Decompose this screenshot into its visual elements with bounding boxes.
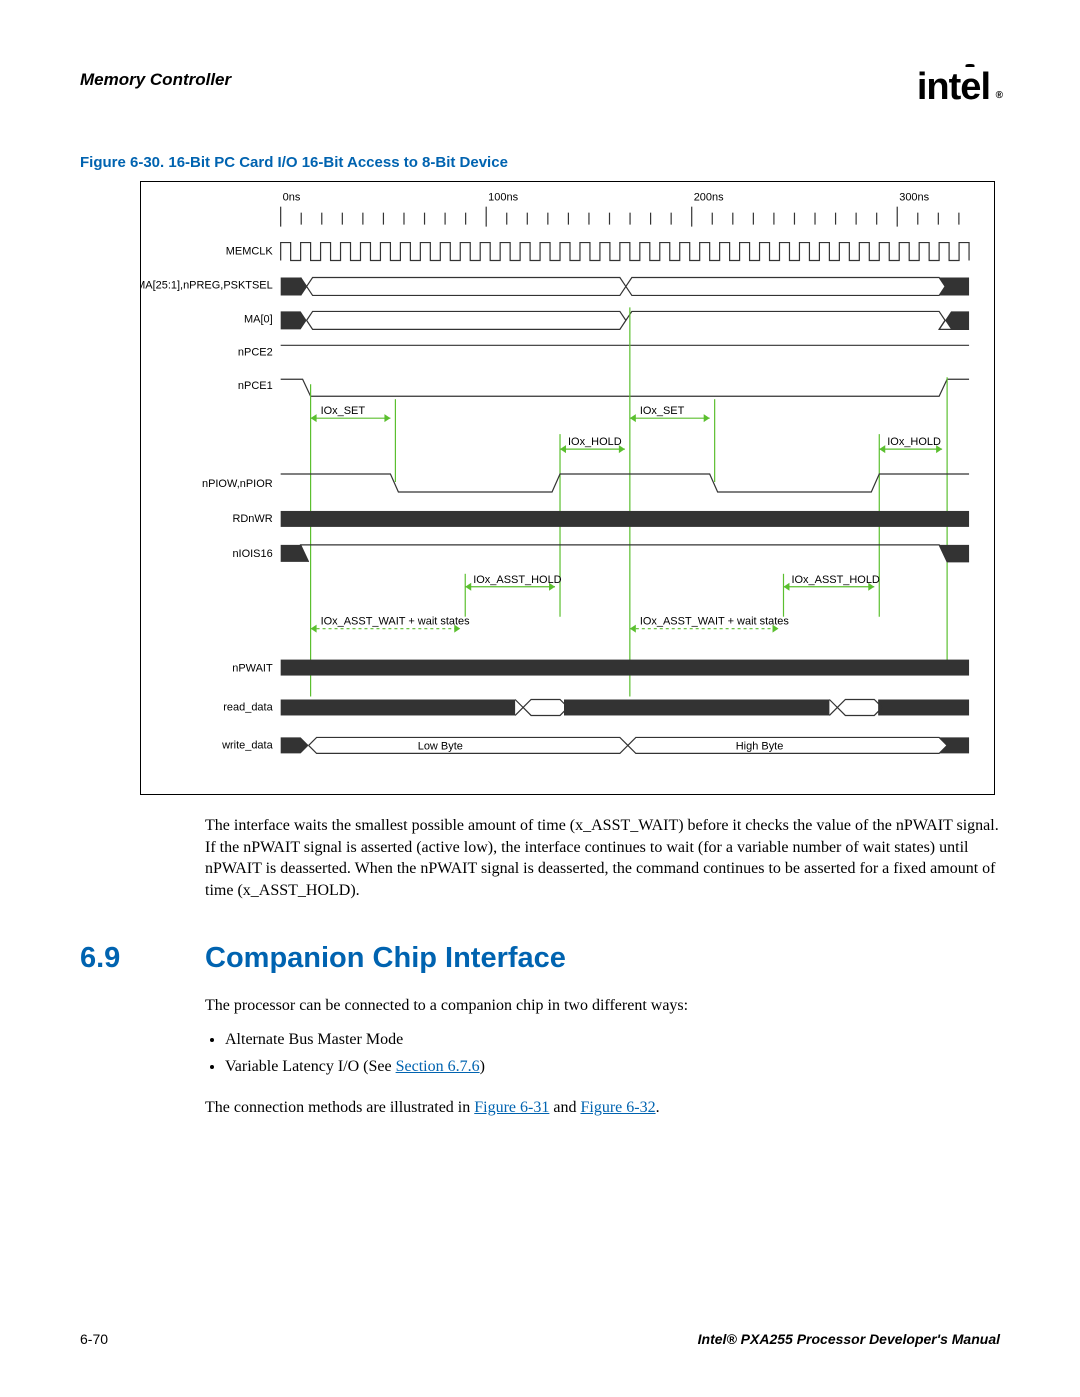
paragraph-asst-wait: The interface waits the smallest possibl… bbox=[205, 815, 1000, 901]
signal-ma-label: MA[25:1],nPREG,PSKTSEL bbox=[141, 280, 273, 292]
signal-npiow-wave bbox=[281, 474, 969, 492]
signal-rdnwr-wave bbox=[281, 511, 969, 527]
section-heading: 6.9 Companion Chip Interface bbox=[80, 942, 1000, 975]
annotation-iox-set: IOx_SET IOx_SET bbox=[311, 308, 715, 697]
time-label-3: 300ns bbox=[899, 192, 929, 204]
time-label-0: 0ns bbox=[283, 192, 301, 204]
link-figure-6-31[interactable]: Figure 6-31 bbox=[474, 1099, 549, 1116]
p3-suffix: . bbox=[656, 1099, 660, 1116]
link-section-676[interactable]: Section 6.7.6 bbox=[396, 1058, 480, 1075]
paragraph-companion-intro: The processor can be connected to a comp… bbox=[205, 995, 1000, 1017]
signal-ma-wave bbox=[281, 278, 969, 296]
signal-niois16-wave bbox=[281, 545, 969, 562]
signal-npce2-label: nPCE2 bbox=[238, 346, 273, 358]
timing-diagram: 0ns 100ns 200ns 300ns MEMCLK bbox=[140, 181, 995, 795]
annotation-iox-asst-hold: IOx_ASST_HOLD IOx_ASST_HOLD bbox=[465, 574, 880, 617]
svg-text:High Byte: High Byte bbox=[736, 741, 784, 753]
signal-npwait-label: nPWAIT bbox=[232, 663, 273, 675]
signal-rdnwr-label: RDnWR bbox=[232, 513, 272, 525]
svg-text:IOx_SET: IOx_SET bbox=[640, 405, 685, 417]
signal-memclk-label: MEMCLK bbox=[226, 246, 274, 258]
svg-text:IOx_ASST_HOLD: IOx_ASST_HOLD bbox=[791, 574, 879, 586]
figure-caption: Figure 6-30. 16-Bit PC Card I/O 16-Bit A… bbox=[80, 154, 1000, 171]
signal-writedata-wave: Low Byte High Byte bbox=[281, 738, 969, 754]
signal-ma0-wave bbox=[281, 312, 969, 330]
signal-memclk-wave bbox=[281, 243, 969, 261]
svg-text:IOx_HOLD: IOx_HOLD bbox=[568, 436, 622, 448]
signal-npwait-wave bbox=[281, 660, 969, 676]
page-footer: 6-70 Intel® PXA255 Processor Developer's… bbox=[80, 1331, 1000, 1347]
signal-niois16-label: nIOIS16 bbox=[232, 548, 272, 560]
svg-text:IOx_ASST_WAIT + wait states: IOx_ASST_WAIT + wait states bbox=[640, 616, 790, 628]
svg-text:Low Byte: Low Byte bbox=[418, 741, 463, 753]
signal-writedata-label: write_data bbox=[221, 740, 274, 752]
bullet-variable-latency: Variable Latency I/O (See Section 6.7.6) bbox=[225, 1053, 1000, 1080]
bullet-alternate-bus: Alternate Bus Master Mode bbox=[225, 1026, 1000, 1053]
time-label-2: 200ns bbox=[694, 192, 724, 204]
p3-prefix: The connection methods are illustrated i… bbox=[205, 1099, 474, 1116]
link-figure-6-32[interactable]: Figure 6-32 bbox=[580, 1099, 655, 1116]
section-number: 6.9 bbox=[80, 942, 205, 975]
p3-mid: and bbox=[549, 1099, 580, 1116]
bullet-vl-suffix: ) bbox=[480, 1058, 485, 1075]
signal-readdata-wave bbox=[281, 700, 969, 716]
paragraph-connection-methods: The connection methods are illustrated i… bbox=[205, 1097, 1000, 1119]
signal-ma0-label: MA[0] bbox=[244, 314, 273, 326]
footer-manual-title: Intel® PXA255 Processor Developer's Manu… bbox=[698, 1331, 1000, 1347]
header-chapter-title: Memory Controller bbox=[80, 70, 231, 90]
intel-logo: intel bbox=[917, 70, 1000, 104]
bullet-vl-prefix: Variable Latency I/O (See bbox=[225, 1058, 396, 1075]
signal-readdata-label: read_data bbox=[223, 702, 273, 714]
page-header: Memory Controller intel bbox=[80, 70, 1000, 104]
time-ruler: 0ns 100ns 200ns 300ns bbox=[281, 192, 959, 227]
annotation-iox-asst-wait: IOx_ASST_WAIT + wait states IOx_ASST_WAI… bbox=[311, 616, 790, 633]
svg-text:IOx_SET: IOx_SET bbox=[321, 405, 366, 417]
bullet-list: Alternate Bus Master Mode Variable Laten… bbox=[205, 1026, 1000, 1080]
signal-npiow-label: nPIOW,nPIOR bbox=[202, 478, 273, 490]
signal-npce1-label: nPCE1 bbox=[238, 380, 273, 392]
svg-text:IOx_ASST_WAIT + wait states: IOx_ASST_WAIT + wait states bbox=[321, 616, 471, 628]
footer-page-number: 6-70 bbox=[80, 1331, 108, 1347]
signal-npce1-wave bbox=[281, 379, 969, 396]
svg-text:IOx_HOLD: IOx_HOLD bbox=[887, 436, 941, 448]
section-title: Companion Chip Interface bbox=[205, 942, 566, 975]
svg-text:IOx_ASST_HOLD: IOx_ASST_HOLD bbox=[473, 574, 561, 586]
time-label-1: 100ns bbox=[488, 192, 518, 204]
